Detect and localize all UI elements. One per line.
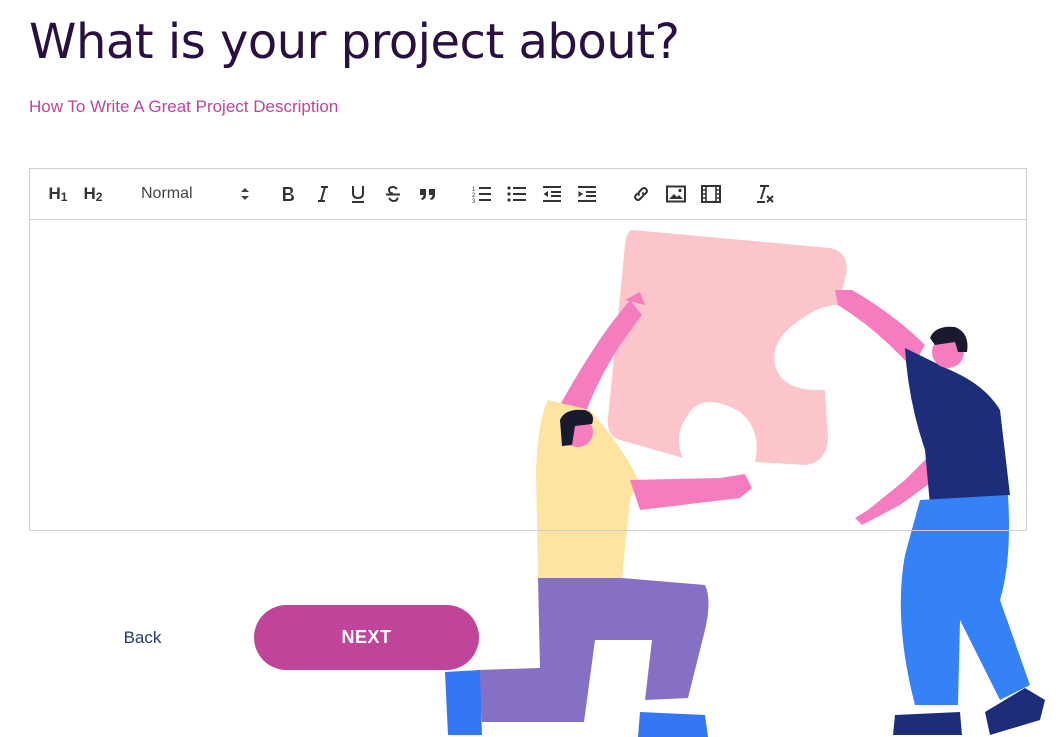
link-button[interactable] <box>630 181 652 207</box>
header-2-sub: 2 <box>95 190 103 204</box>
image-icon <box>666 185 686 203</box>
text-format-select[interactable]: Normal <box>134 181 250 207</box>
clear-format-icon <box>757 185 774 203</box>
clear-format-button[interactable] <box>754 181 776 207</box>
page-title: What is your project about? <box>29 14 680 70</box>
video-button[interactable] <box>700 181 722 207</box>
bullet-list-button[interactable] <box>506 181 528 207</box>
underline-button[interactable] <box>348 181 368 207</box>
back-button[interactable]: Back <box>95 612 190 664</box>
project-description-editor: H1 H2 Normal 1 2 3 <box>29 168 1027 531</box>
header-2-button[interactable]: H2 <box>82 181 104 207</box>
next-button[interactable]: NEXT <box>254 605 479 670</box>
underline-icon <box>352 186 364 203</box>
header-1-label: H1 <box>49 184 68 204</box>
video-icon <box>701 185 721 203</box>
bullet-list-icon <box>507 186 526 202</box>
header-2-label: H2 <box>84 184 103 204</box>
link-icon <box>634 187 648 201</box>
indent-button[interactable] <box>576 181 598 207</box>
outdent-icon <box>543 186 561 202</box>
bold-icon <box>283 187 294 201</box>
bold-button[interactable] <box>278 181 298 207</box>
editor-toolbar: H1 H2 Normal 1 2 3 <box>30 169 1026 220</box>
italic-button[interactable] <box>313 181 333 207</box>
header-1-button[interactable]: H1 <box>47 181 69 207</box>
italic-icon <box>318 186 328 202</box>
strike-icon <box>386 185 400 203</box>
indent-icon <box>578 186 596 202</box>
blockquote-button[interactable] <box>418 181 438 207</box>
header-1-sub: 1 <box>60 190 68 204</box>
svg-text:3: 3 <box>472 199 476 203</box>
format-select-value: Normal <box>141 185 193 202</box>
header-2-letter: H <box>83 184 96 203</box>
project-description-help-link[interactable]: How To Write A Great Project Description <box>29 97 338 117</box>
header-1-letter: H <box>48 184 61 203</box>
quote-icon <box>420 189 435 200</box>
outdent-button[interactable] <box>541 181 563 207</box>
ordered-list-button[interactable]: 123 <box>471 181 493 207</box>
editor-content-area[interactable] <box>30 220 1026 530</box>
strike-button[interactable] <box>383 181 403 207</box>
image-button[interactable] <box>665 181 687 207</box>
select-arrows-icon <box>241 188 249 200</box>
ordered-list-icon: 123 <box>472 187 491 203</box>
